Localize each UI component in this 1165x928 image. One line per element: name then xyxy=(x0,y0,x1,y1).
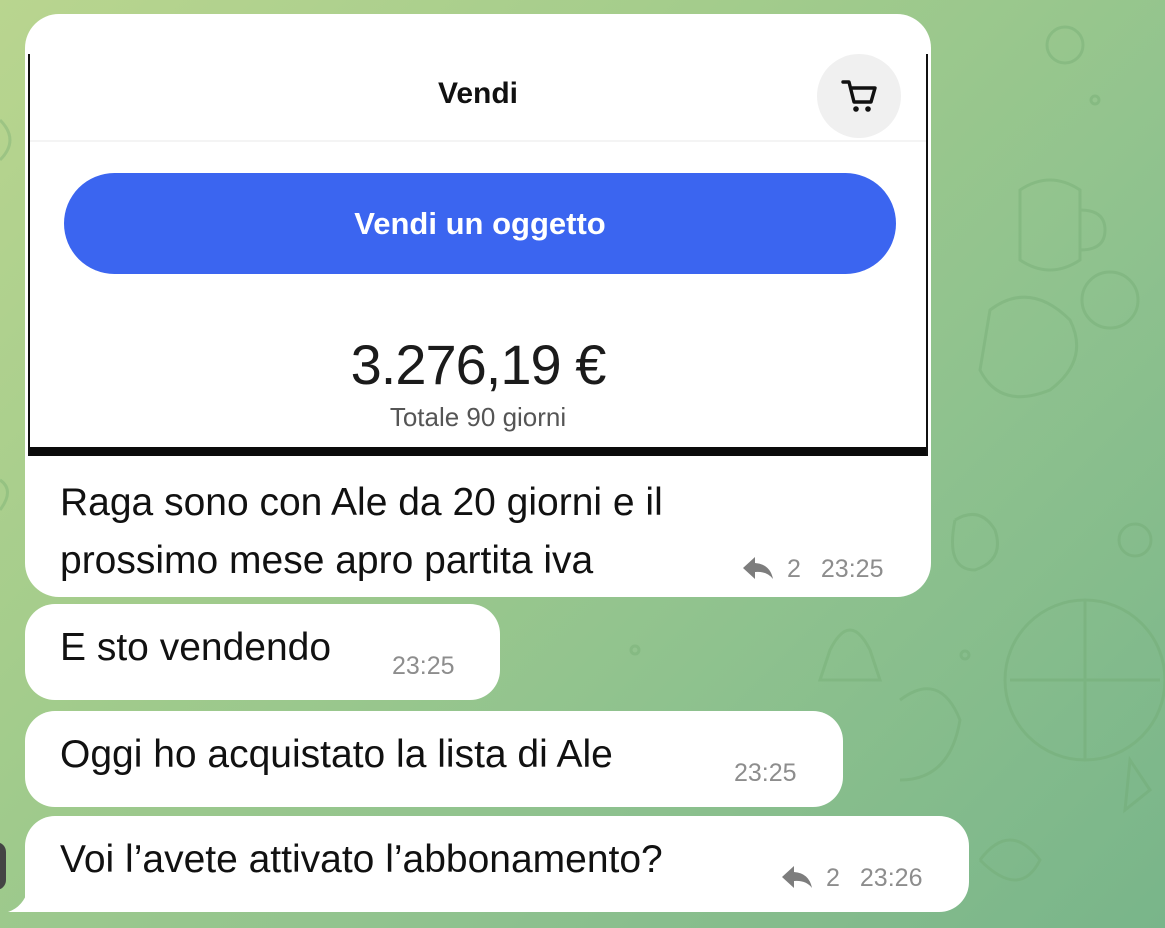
cart-icon xyxy=(841,80,877,112)
message-bubble[interactable]: Oggi ho acquistato la lista di Ale 23:25 xyxy=(25,711,843,807)
message-meta: 2 23:26 xyxy=(780,864,922,897)
reply-icon[interactable] xyxy=(741,555,775,588)
message-text: Voi l’avete attivato l’abbonamento? xyxy=(60,838,663,881)
message-time: 23:26 xyxy=(859,864,923,892)
message-time: 23:25 xyxy=(734,759,797,787)
message-time: 23:25 xyxy=(392,652,455,680)
message-bubble[interactable]: Voi l’avete attivato l’abbonamento? 2 23:… xyxy=(25,816,969,912)
total-amount: 3.276,19 € xyxy=(350,333,607,396)
photo-message-bubble[interactable]: Vendi Vendi un oggetto 3.276,19 € Totale… xyxy=(25,14,931,597)
attached-screenshot[interactable]: Vendi Vendi un oggetto 3.276,19 € Totale… xyxy=(28,54,928,456)
total-amount-caption: Totale 90 giorni xyxy=(389,402,567,432)
reply-count[interactable]: 2 xyxy=(826,864,840,892)
screenshot-bottom-border xyxy=(30,447,926,456)
message-text-line: prossimo mese apro partita iva xyxy=(60,539,594,582)
bubble-tail xyxy=(8,882,38,912)
screenshot-title: Vendi xyxy=(437,77,519,110)
avatar[interactable] xyxy=(0,842,6,890)
message-text: Raga sono con Ale da 20 giorni e il pros… xyxy=(60,474,780,590)
message-meta: 2 23:25 xyxy=(741,555,883,588)
message-text-line: Raga sono con Ale da 20 giorni e il xyxy=(60,481,663,524)
cart-button xyxy=(817,54,901,138)
reply-count[interactable]: 2 xyxy=(787,555,801,583)
sell-item-button: Vendi un oggetto xyxy=(64,173,896,274)
reply-icon[interactable] xyxy=(780,864,814,897)
message-text: Oggi ho acquistato la lista di Ale xyxy=(60,733,613,776)
message-text: E sto vendendo xyxy=(60,626,332,669)
message-bubble[interactable]: E sto vendendo 23:25 xyxy=(25,604,500,700)
screenshot-header-divider xyxy=(30,140,926,142)
message-time: 23:25 xyxy=(820,555,884,583)
